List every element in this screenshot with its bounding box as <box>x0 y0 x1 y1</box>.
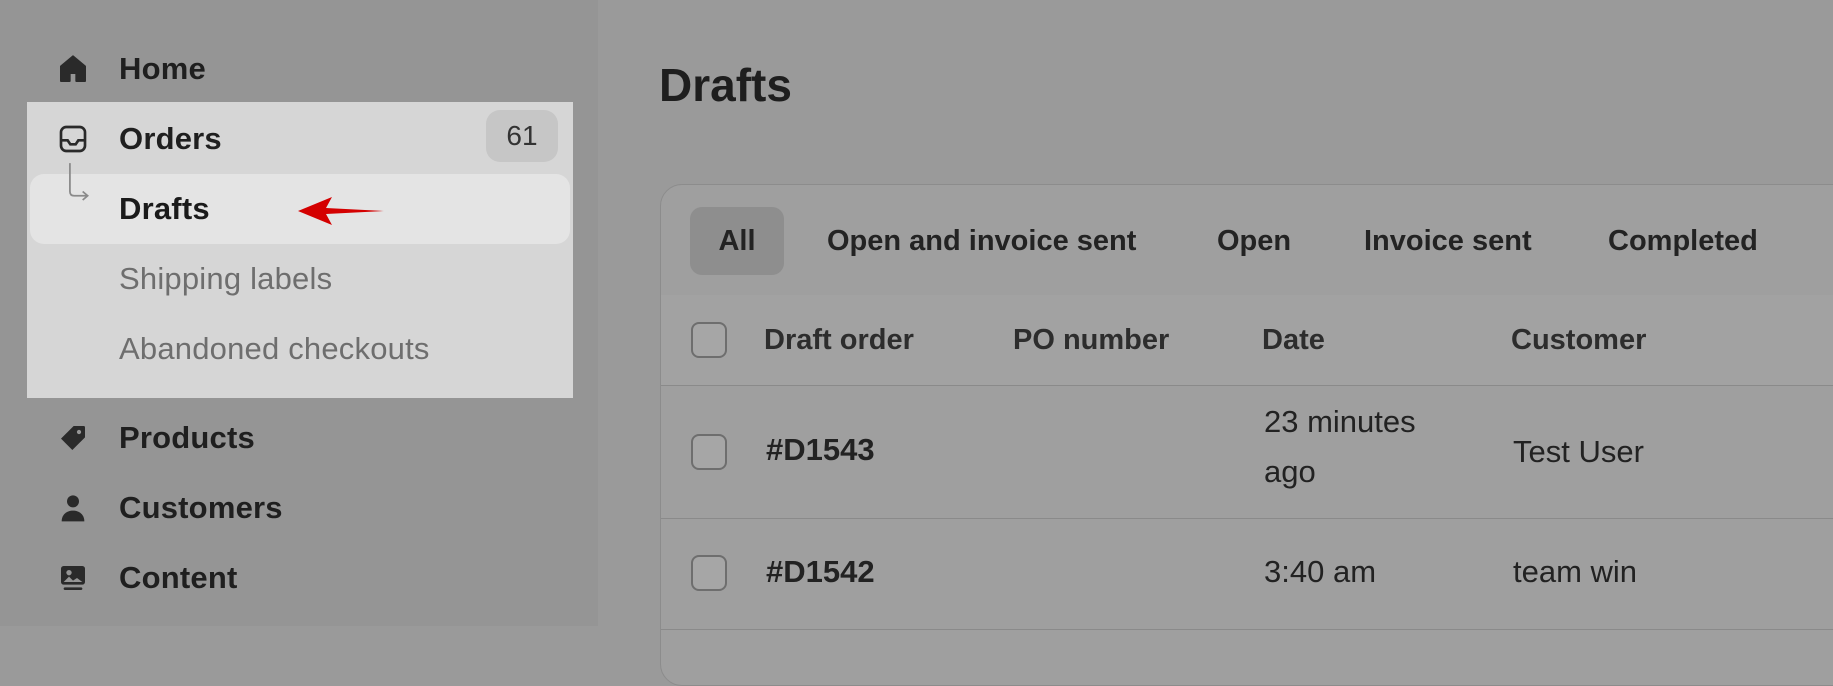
select-all-checkbox[interactable] <box>691 322 727 358</box>
sidebar-item-label: Customers <box>119 490 283 525</box>
inbox-icon <box>56 122 90 156</box>
sidebar-item-customers[interactable]: Customers <box>0 473 598 543</box>
page-title: Drafts <box>659 59 792 111</box>
content-icon <box>56 561 90 595</box>
filter-tabs: All Open and invoice sent Open Invoice s… <box>661 185 1833 296</box>
sidebar-item-products[interactable]: Products <box>0 403 598 473</box>
column-header-draft-order[interactable]: Draft order <box>764 295 914 385</box>
sidebar-item-label: Products <box>119 420 255 455</box>
sidebar-item-label: Drafts <box>119 191 210 226</box>
table-row[interactable]: #D1542 3:40 am team win <box>661 519 1833 630</box>
sidebar-item-label: Home <box>119 51 206 86</box>
customer-name: Test User <box>1513 434 1644 469</box>
tab-completed[interactable]: Completed <box>1608 207 1758 275</box>
date-line: 23 minutes <box>1264 404 1416 439</box>
tag-icon <box>56 421 90 455</box>
tab-all[interactable]: All <box>690 207 784 275</box>
draft-order-number[interactable]: #D1543 <box>766 432 875 468</box>
person-icon <box>56 491 90 525</box>
tab-invoice-sent[interactable]: Invoice sent <box>1364 207 1532 275</box>
sidebar-item-label: Abandoned checkouts <box>119 331 430 366</box>
sidebar-item-shipping-labels[interactable]: Shipping labels <box>0 244 598 314</box>
column-header-customer[interactable]: Customer <box>1511 295 1646 385</box>
date-line: ago <box>1264 454 1316 489</box>
tab-open[interactable]: Open <box>1217 207 1291 275</box>
date-line: 3:40 am <box>1264 554 1377 589</box>
sidebar-item-label: Shipping labels <box>119 261 333 296</box>
subitem-arrow-icon <box>60 163 94 201</box>
annotation-arrow-icon <box>298 197 384 225</box>
sidebar-item-content[interactable]: Content <box>0 543 598 613</box>
drafts-table-card: All Open and invoice sent Open Invoice s… <box>660 184 1833 686</box>
row-checkbox[interactable] <box>691 555 727 591</box>
tab-open-and-invoice-sent[interactable]: Open and invoice sent <box>827 207 1136 275</box>
home-icon <box>56 52 90 86</box>
column-header-date[interactable]: Date <box>1262 295 1325 385</box>
table-row[interactable]: #D1543 23 minutes ago Test User <box>661 386 1833 519</box>
sidebar-item-abandoned-checkouts[interactable]: Abandoned checkouts <box>0 314 598 384</box>
sidebar-item-home[interactable]: Home <box>0 34 598 104</box>
sidebar: Home Orders 61 Drafts Shipping labels Ab… <box>0 0 598 626</box>
row-checkbox[interactable] <box>691 434 727 470</box>
sidebar-item-label: Orders <box>119 121 222 156</box>
table-header: Draft order PO number Date Customer <box>661 295 1833 386</box>
orders-count-badge: 61 <box>486 110 558 162</box>
sidebar-item-label: Content <box>119 560 238 595</box>
column-header-po-number[interactable]: PO number <box>1013 295 1169 385</box>
draft-order-number[interactable]: #D1542 <box>766 554 875 590</box>
customer-name: team win <box>1513 554 1638 589</box>
